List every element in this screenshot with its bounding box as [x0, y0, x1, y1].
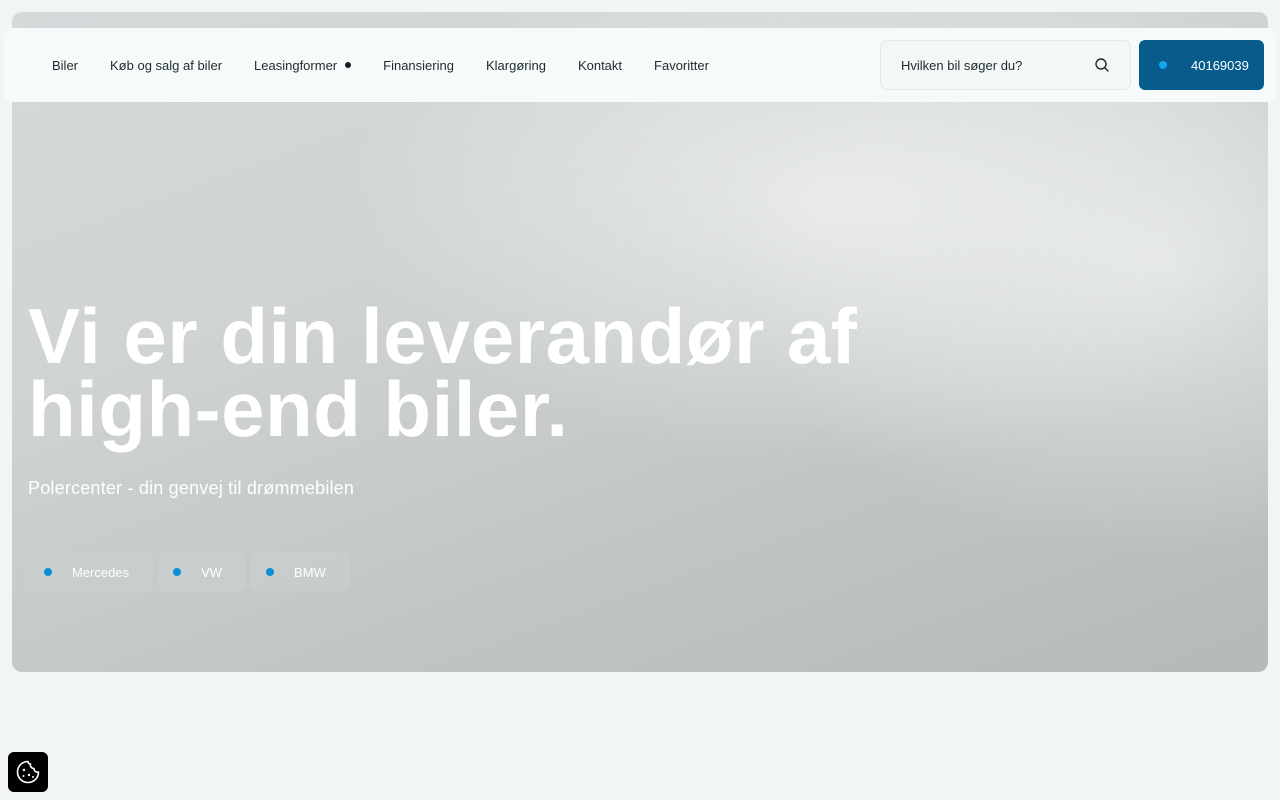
brand-chip-label: Mercedes — [72, 564, 130, 580]
search-input[interactable] — [901, 57, 1086, 73]
search-icon[interactable] — [1094, 57, 1110, 73]
phone-dot-icon — [1159, 61, 1167, 69]
brand-chip-bmw[interactable]: BMW — [250, 552, 350, 592]
nav-item-leasingformer[interactable]: Leasingformer — [254, 57, 352, 73]
nav-item-label: Køb og salg af biler — [110, 57, 223, 73]
nav-item-biler[interactable]: Biler — [52, 58, 78, 73]
brand-chip-vw[interactable]: VW — [157, 552, 247, 592]
cookie-icon — [16, 760, 40, 784]
brand-dot-icon — [44, 568, 52, 576]
brand-chip-label: VW — [201, 564, 223, 580]
nav-item-label: Finansiering — [383, 57, 454, 73]
brand-filter-list: Mercedes VW BMW — [28, 552, 350, 592]
nav-item-label: Biler — [52, 57, 79, 73]
hero-title: Vi er din leverandør af high-end biler. — [28, 292, 928, 453]
phone-button[interactable]: 40169039 — [1139, 40, 1264, 90]
brand-dot-icon — [173, 568, 182, 576]
cookie-settings-button[interactable] — [8, 752, 48, 792]
nav-item-kontakt[interactable]: Kontakt — [578, 58, 622, 73]
nav-item-label: Kontakt — [577, 57, 623, 73]
hero-subtitle: Polercenter - din genvej til drømmebilen — [28, 478, 355, 498]
nav-menu: Biler Køb og salg af biler Leasingformer… — [52, 58, 741, 73]
nav-item-label: Favoritter — [654, 57, 709, 73]
nav-item-label: Leasingformer — [254, 57, 338, 73]
hero-title-line-1: Vi er din leverandør af — [28, 292, 858, 380]
phone-number: 40169039 — [1191, 57, 1249, 73]
nav-item-koeb-og-salg[interactable]: Køb og salg af biler — [110, 58, 222, 73]
nav-item-finansiering[interactable]: Finansiering — [383, 58, 454, 73]
main-navigation: Biler Køb og salg af biler Leasingformer… — [4, 28, 1276, 102]
brand-dot-icon — [266, 568, 275, 576]
nav-item-klargoering[interactable]: Klargøring — [486, 58, 546, 73]
hero-banner: Vi er din leverandør af high-end biler. … — [12, 12, 1268, 672]
nav-item-label: Klargøring — [485, 57, 546, 73]
search-box — [880, 40, 1131, 90]
submenu-dot-icon — [345, 62, 352, 68]
hero-title-line-2: high-end biler. — [28, 365, 569, 453]
nav-item-favoritter[interactable]: Favoritter — [654, 58, 709, 73]
brand-chip-mercedes[interactable]: Mercedes — [28, 552, 154, 592]
brand-chip-label: BMW — [294, 564, 326, 580]
